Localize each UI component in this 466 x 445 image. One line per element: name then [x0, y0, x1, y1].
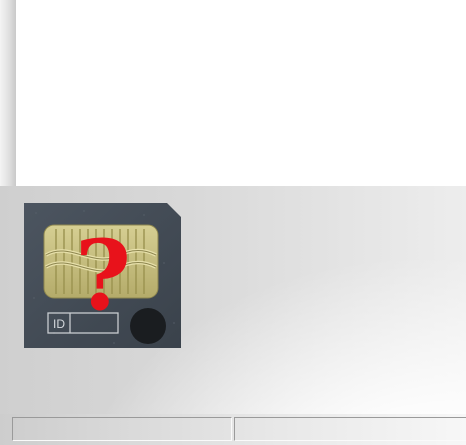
status-bar	[0, 414, 466, 445]
question-mark-icon: ?	[75, 219, 131, 332]
left-border	[0, 0, 16, 186]
content-area	[0, 0, 466, 186]
id-label: ID	[53, 317, 65, 331]
status-pane-left	[12, 417, 232, 441]
status-pane-right	[234, 417, 466, 441]
unknown-smartmedia-card-icon[interactable]: ID ?	[24, 203, 181, 348]
write-protect-dot	[130, 308, 166, 344]
